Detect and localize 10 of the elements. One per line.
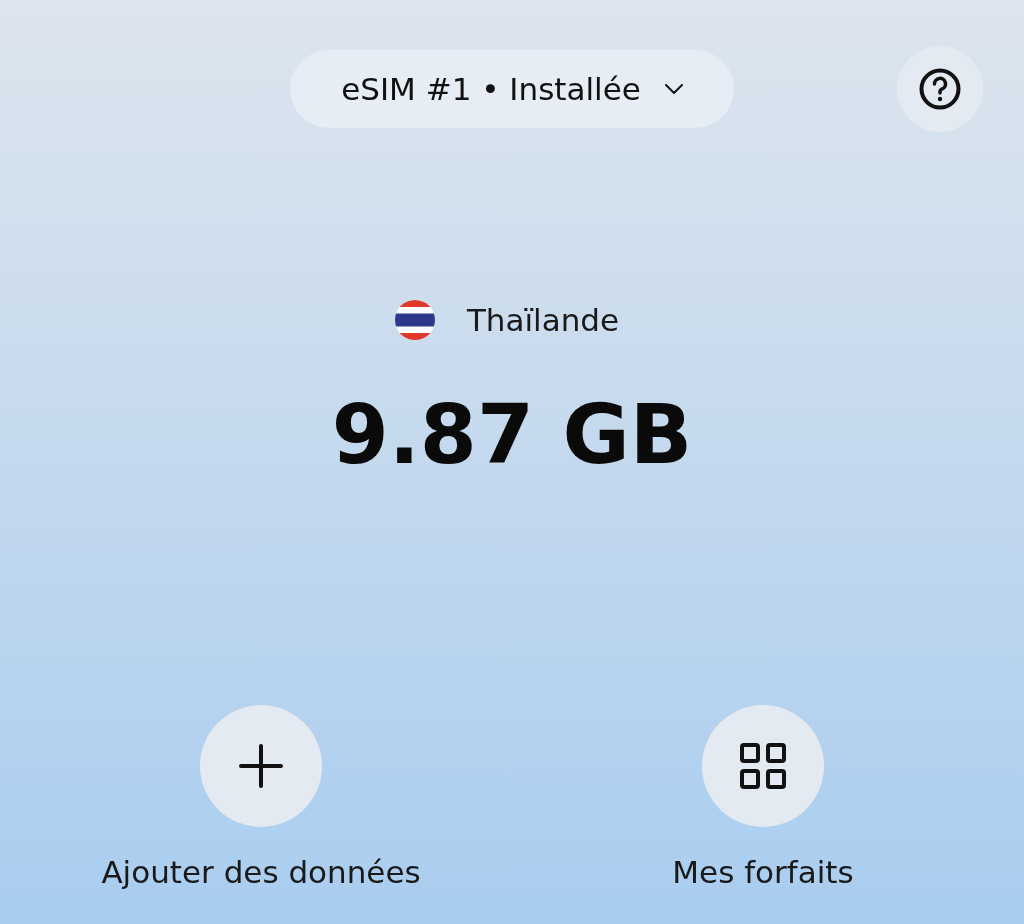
country-name: Thaïlande <box>466 302 620 338</box>
action-label: Ajouter des données <box>101 853 421 892</box>
action-label: Mes forfaits <box>672 853 854 892</box>
grid-icon <box>740 743 786 789</box>
data-remaining: 9.87 GB <box>331 386 693 484</box>
plus-icon <box>239 744 283 788</box>
chevron-down-icon <box>664 84 683 94</box>
flag-icon <box>394 300 435 340</box>
sim-selector[interactable]: eSIM #1 • Installée <box>290 50 734 128</box>
help-icon <box>919 68 961 110</box>
